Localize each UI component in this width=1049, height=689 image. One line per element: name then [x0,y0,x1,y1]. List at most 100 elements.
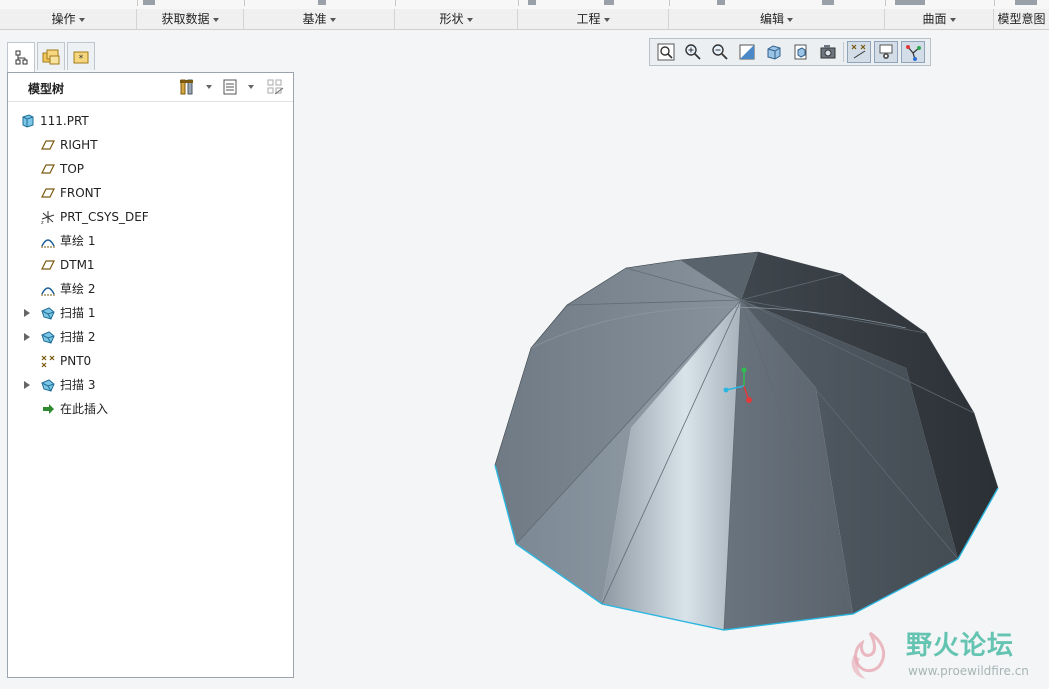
ribbon-divider [244,0,245,6]
ribbon-cut-icon[interactable] [318,0,326,5]
tree-item-csys[interactable]: z PRT_CSYS_DEF [8,205,293,229]
insert-here-arrow-icon [43,404,54,414]
group-surfaces[interactable]: 曲面 [885,9,994,29]
tree-item-sketch-2[interactable]: 草绘 2 [8,277,293,301]
group-operations[interactable]: 操作 [0,9,137,29]
spin-center-icon [879,44,893,59]
repaint-icon [739,44,755,60]
tree-item-dtm1[interactable]: DTM1 [8,253,293,277]
settings-tools-icon[interactable] [178,78,196,96]
settings-dropdown-icon[interactable] [206,85,212,89]
show-dropdown-icon[interactable] [248,85,254,89]
zoom-out-icon [712,44,728,60]
tree-item-sweep-2[interactable]: 扫描 2 [8,325,293,349]
group-get-data[interactable]: 获取数据 [137,9,244,29]
refit-button[interactable] [654,41,678,63]
ribbon-cut-icon[interactable] [1015,0,1037,5]
sweep-icon [41,379,55,392]
tree-item-insert-here[interactable]: 在此插入 [8,397,293,421]
dome-model[interactable] [494,251,999,631]
datum-display-button[interactable] [847,41,871,63]
tree-item-label: FRONT [60,186,101,200]
ribbon-cut-icon[interactable] [822,0,834,5]
zoom-in-icon [685,44,701,60]
datum-plane-icon [41,260,55,270]
navigator-panel: * 模型树 111.PRT RIGHT TOP FRONT z PRT_CSYS… [7,42,294,678]
group-label: 曲面 [922,12,947,26]
dropdown-arrow-icon [212,17,219,22]
tab-folder-browser[interactable] [37,42,65,70]
tree-item-sweep-3[interactable]: 扫描 3 [8,373,293,397]
tree-item-sweep-1[interactable]: 扫描 1 [8,301,293,325]
tree-item-label: RIGHT [60,138,98,152]
ribbon-divider [395,0,396,6]
tree-item-right-plane[interactable]: RIGHT [8,133,293,157]
tree-item-label: DTM1 [60,258,95,272]
ribbon-cut-icon[interactable] [717,0,725,5]
view-manager-button[interactable] [816,41,840,63]
ribbon-cut-icon[interactable] [528,0,536,5]
tree-item-top-plane[interactable]: TOP [8,157,293,181]
sweep-icon [41,331,55,344]
tree-item-label: 在此插入 [60,402,109,416]
model-tree-panel: 模型树 111.PRT RIGHT TOP FRONT z PRT_CSYS_D… [7,72,294,678]
saved-orientations-button[interactable] [789,41,813,63]
datum-plane-icon [41,164,55,174]
tree-item-label: 草绘 2 [60,282,96,296]
model-tree-header: 模型树 [8,73,293,102]
tree-item-part[interactable]: 111.PRT [8,109,293,133]
graphics-viewport[interactable] [296,68,1049,689]
ribbon-divider [885,0,886,6]
ribbon-divider [669,0,670,6]
expand-arrow-icon[interactable] [24,333,30,341]
tab-favorites[interactable]: * [67,42,95,70]
dropdown-arrow-icon [603,17,610,22]
sketch-icon [41,287,55,296]
tree-item-label: 扫描 1 [60,306,96,320]
part-icon [22,114,34,128]
group-label: 基准 [302,12,327,26]
annotation-display-button[interactable] [901,41,925,63]
repaint-button[interactable] [735,41,759,63]
group-datum[interactable]: 基准 [244,9,395,29]
csys-icon: z [41,211,55,225]
tree-item-label: 111.PRT [40,114,89,128]
refit-icon [657,43,675,61]
tree-item-front-plane[interactable]: FRONT [8,181,293,205]
datum-plane-icon [41,188,55,198]
tree-item-pnt0[interactable]: PNT0 [8,349,293,373]
display-style-button[interactable] [762,41,786,63]
expand-arrow-icon[interactable] [24,381,30,389]
watermark-brand: 野火论坛 [906,631,1015,661]
ribbon-cut-icon[interactable] [143,0,155,5]
toolbar-separator [843,42,844,62]
ribbon-cut-icon[interactable] [604,0,614,5]
sweep-icon [41,307,55,320]
group-engineering[interactable]: 工程 [518,9,669,29]
saved-orientations-icon [794,44,807,60]
spin-center-button[interactable] [874,41,898,63]
show-list-icon[interactable] [221,78,239,96]
group-label: 形状 [439,12,464,26]
sketch-icon [41,239,55,248]
tree-filter-icon[interactable] [266,78,284,96]
group-editing[interactable]: 编辑 [669,9,885,29]
tree-item-label: 扫描 3 [60,378,96,392]
ribbon-divider [994,0,995,6]
dropdown-arrow-icon [949,17,956,22]
site-watermark: 野火论坛 www.proewildfire.cn [840,625,1049,685]
ribbon-divider [518,0,519,6]
datum-point-icon [41,355,55,368]
zoom-out-button[interactable] [708,41,732,63]
group-model-intent[interactable]: 模型意图 [994,9,1049,29]
group-label: 模型意图 [997,12,1046,26]
tab-model-tree[interactable] [7,42,35,72]
zoom-in-button[interactable] [681,41,705,63]
flame-logo-icon [851,631,886,679]
navigator-tabs: * [7,42,97,72]
ribbon-cut-icon[interactable] [895,0,925,5]
group-label: 编辑 [759,12,784,26]
group-shapes[interactable]: 形状 [395,9,518,29]
expand-arrow-icon[interactable] [24,309,30,317]
tree-item-sketch-1[interactable]: 草绘 1 [8,229,293,253]
